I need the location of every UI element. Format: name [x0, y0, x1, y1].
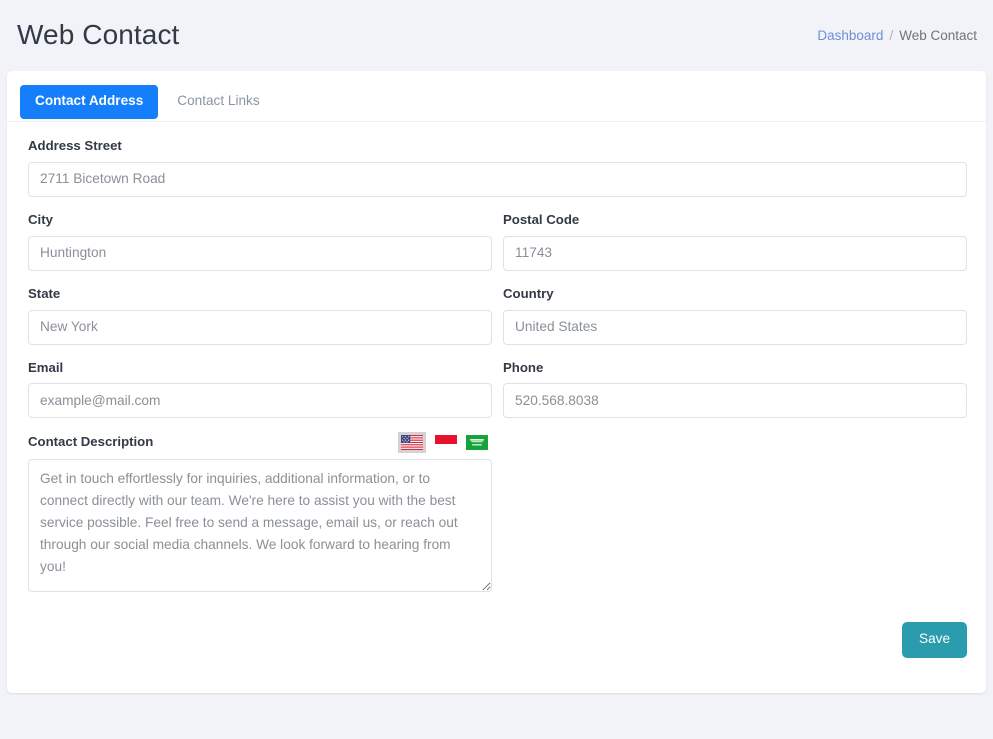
label-postal-code: Postal Code	[503, 212, 967, 228]
tab-contact-links[interactable]: Contact Links	[162, 85, 274, 118]
contact-description-textarea[interactable]	[28, 459, 492, 592]
field-city: City	[28, 212, 492, 271]
label-phone: Phone	[503, 360, 967, 376]
form-row-city-postal: City Postal Code	[28, 212, 967, 286]
form-row-contact-description: Contact Description	[28, 433, 967, 607]
label-contact-description: Contact Description	[28, 434, 153, 450]
breadcrumb-link-dashboard[interactable]: Dashboard	[817, 28, 883, 43]
city-input[interactable]	[28, 236, 492, 271]
postal-code-input[interactable]	[503, 236, 967, 271]
label-city: City	[28, 212, 492, 228]
field-phone: Phone	[503, 360, 967, 419]
breadcrumb: Dashboard / Web Contact	[817, 28, 977, 43]
form-row-state-country: State Country	[28, 286, 967, 360]
form-footer: Save	[7, 607, 986, 657]
contact-address-form: Address Street City Postal Code State Co…	[7, 122, 986, 607]
field-state: State	[28, 286, 492, 345]
email-input[interactable]	[28, 383, 492, 418]
field-contact-description: Contact Description	[28, 433, 492, 592]
language-flag-switcher	[398, 432, 488, 453]
field-email: Email	[28, 360, 492, 419]
label-state: State	[28, 286, 492, 302]
label-email: Email	[28, 360, 492, 376]
field-address-street: Address Street	[28, 138, 967, 197]
label-address-street: Address Street	[28, 138, 967, 154]
breadcrumb-current: Web Contact	[899, 28, 977, 43]
breadcrumb-separator: /	[889, 28, 893, 43]
tab-contact-address[interactable]: Contact Address	[20, 85, 158, 118]
state-input[interactable]	[28, 310, 492, 345]
united-states-flag-icon[interactable]	[398, 432, 426, 453]
contact-description-label-row: Contact Description	[28, 433, 492, 451]
field-country: Country	[503, 286, 967, 345]
indonesia-flag-icon[interactable]	[435, 435, 457, 450]
label-country: Country	[503, 286, 967, 302]
save-button[interactable]: Save	[902, 622, 967, 657]
form-row-email-phone: Email Phone	[28, 360, 967, 434]
page-header: Web Contact Dashboard / Web Contact	[0, 0, 993, 71]
tab-bar: Contact Address Contact Links	[7, 71, 986, 122]
contact-description-spacer	[503, 433, 967, 607]
phone-input[interactable]	[503, 383, 967, 418]
page-title: Web Contact	[17, 21, 179, 51]
address-street-input[interactable]	[28, 162, 967, 197]
field-postal-code: Postal Code	[503, 212, 967, 271]
web-contact-card: Contact Address Contact Links Address St…	[7, 71, 986, 693]
form-row-address-street: Address Street	[28, 138, 967, 212]
country-input[interactable]	[503, 310, 967, 345]
saudi-arabia-flag-icon[interactable]	[466, 435, 488, 450]
